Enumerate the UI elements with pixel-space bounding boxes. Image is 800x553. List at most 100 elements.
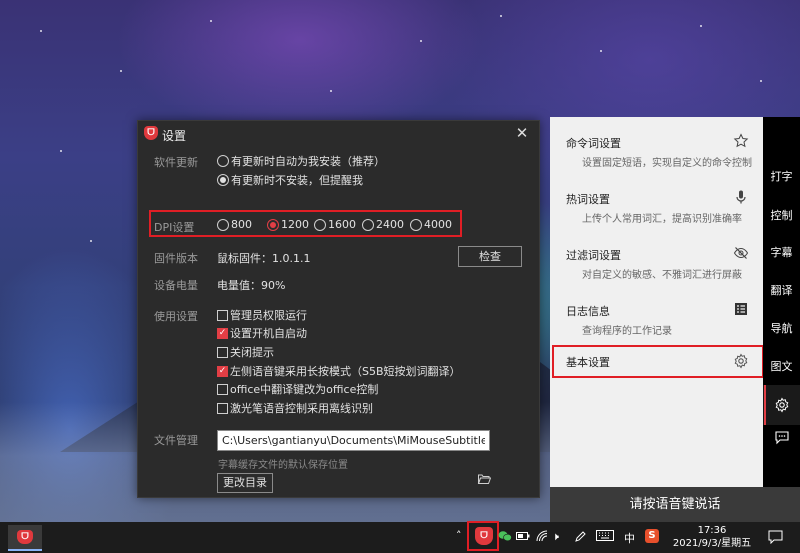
checkbox-label: 管理员权限运行 xyxy=(230,309,307,322)
clock-time: 17:36 xyxy=(697,525,727,536)
rail-control[interactable]: 控制 xyxy=(763,207,800,223)
dpi-option-4000[interactable]: 4000 xyxy=(410,218,452,231)
dpi-option-800[interactable]: 800 xyxy=(217,218,252,231)
radio-circle xyxy=(314,218,326,231)
change-directory-button[interactable]: 更改目录 xyxy=(217,473,273,493)
dialog-title: 设置 xyxy=(162,129,187,143)
sogou-input-icon[interactable]: S xyxy=(645,529,659,543)
rail-image-text[interactable]: 图文 xyxy=(763,358,800,374)
dpi-option-label: 2400 xyxy=(376,218,404,231)
long-press-mode-checkbox[interactable]: ✓ 左侧语音键采用长按模式（S5B短按划词翻译） xyxy=(217,363,461,379)
disable-tips-checkbox[interactable]: 关闭提示 xyxy=(217,344,274,360)
offline-recognition-checkbox[interactable]: 激光笔语音控制采用离线识别 xyxy=(217,400,373,416)
side-panel: 命令词设置 设置固定短语，实现自定义的命令控制 热词设置 上传个人常用词汇，提高… xyxy=(550,117,763,487)
checkbox-box-checked: ✓ xyxy=(217,327,228,339)
dpi-option-label: 800 xyxy=(231,218,252,231)
keyboard-icon[interactable] xyxy=(596,530,614,541)
log-info-item[interactable]: 日志信息 查询程序的工作记录 xyxy=(550,285,763,341)
notification-center-icon[interactable] xyxy=(768,530,783,544)
battery-icon[interactable] xyxy=(516,531,530,541)
wallpaper-star xyxy=(330,90,332,92)
update-auto-radio[interactable]: 有更新时自动为我安装（推荐） xyxy=(217,153,385,169)
eye-off-icon xyxy=(733,247,749,259)
chat-bubble-icon xyxy=(774,431,789,445)
dpi-option-2400[interactable]: 2400 xyxy=(362,218,404,231)
update-auto-label: 有更新时自动为我安装（推荐） xyxy=(231,155,385,168)
checkbox-label: office中翻译键改为office控制 xyxy=(230,383,379,396)
checkbox-label: 激光笔语音控制采用离线识别 xyxy=(230,402,373,415)
wallpaper-star xyxy=(760,80,762,82)
autostart-checkbox[interactable]: ✓ 设置开机自启动 xyxy=(217,325,307,341)
firmware-value: 鼠标固件：1.0.1.1 xyxy=(217,252,311,265)
dpi-option-label: 4000 xyxy=(424,218,452,231)
dialog-title-bar[interactable]: ᗜ 设置 ✕ xyxy=(138,121,539,147)
ime-language-indicator[interactable]: 中 xyxy=(624,530,635,546)
settings-dialog: ᗜ 设置 ✕ 软件更新 有更新时自动为我安装（推荐） 有更新时不安装，但提醒我 … xyxy=(137,120,540,498)
rail-navigation[interactable]: 导航 xyxy=(763,320,800,336)
function-rail: 打字 控制 字幕 翻译 导航 图文 xyxy=(763,117,800,487)
item-title: 日志信息 xyxy=(566,305,610,318)
admin-run-checkbox[interactable]: 管理员权限运行 xyxy=(217,307,307,323)
dpi-option-label: 1600 xyxy=(328,218,356,231)
radio-circle xyxy=(217,155,229,167)
battery-value: 电量值：90% xyxy=(217,279,286,292)
checkbox-box xyxy=(217,383,228,395)
tray-overflow-chevron-icon[interactable]: ˄ xyxy=(456,529,462,542)
dpi-option-1600[interactable]: 1600 xyxy=(314,218,356,231)
dpi-label: DPI设置 xyxy=(154,221,195,234)
rail-active-indicator xyxy=(764,385,766,425)
wallpaper-star xyxy=(500,15,502,17)
radio-circle-selected xyxy=(217,174,229,186)
dpi-option-1200[interactable]: 1200 xyxy=(267,218,309,231)
microphone-icon xyxy=(736,190,746,204)
command-words-item[interactable]: 命令词设置 设置固定短语，实现自定义的命令控制 xyxy=(550,117,763,173)
rail-typing[interactable]: 打字 xyxy=(763,168,800,184)
path-hint: 字幕缓存文件的默认保存位置 xyxy=(218,460,348,471)
wallpaper-star xyxy=(90,240,92,242)
checkbox-label: 左侧语音键采用长按模式（S5B短按划词翻译） xyxy=(230,365,461,378)
volume-muted-icon[interactable]: 🕨 xyxy=(552,530,559,544)
item-subtitle: 上传个人常用词汇，提高识别准确率 xyxy=(582,214,742,225)
update-remind-radio[interactable]: 有更新时不安装，但提醒我 xyxy=(217,172,363,188)
item-title: 过滤词设置 xyxy=(566,249,621,262)
checkbox-label: 关闭提示 xyxy=(230,346,274,359)
check-firmware-button[interactable]: 检查 xyxy=(458,246,522,267)
checkbox-box-checked: ✓ xyxy=(217,365,228,377)
wifi-icon[interactable] xyxy=(536,530,548,542)
app-logo-icon: ᗜ xyxy=(144,126,158,140)
wallpaper-star xyxy=(600,50,602,52)
wechat-icon[interactable] xyxy=(498,530,512,542)
gear-icon xyxy=(775,397,788,413)
close-button[interactable]: ✕ xyxy=(513,124,531,142)
system-clock[interactable]: 17:36 2021/9/3/星期五 xyxy=(672,524,752,550)
wallpaper-star xyxy=(40,30,42,32)
subtitle-path-input[interactable] xyxy=(217,430,490,451)
radio-circle-selected xyxy=(267,218,279,231)
log-list-icon xyxy=(735,303,747,315)
taskbar-app-button[interactable]: ᗜ xyxy=(8,525,42,551)
battery-label: 设备电量 xyxy=(154,279,198,292)
checkbox-box xyxy=(217,346,228,358)
rail-settings[interactable] xyxy=(763,385,800,425)
office-control-checkbox[interactable]: office中翻译键改为office控制 xyxy=(217,381,378,397)
folder-open-icon[interactable] xyxy=(477,473,491,485)
rail-translate[interactable]: 翻译 xyxy=(763,282,800,298)
rail-subtitle[interactable]: 字幕 xyxy=(763,244,800,260)
wallpaper-star xyxy=(420,40,422,42)
tray-mouse-app-icon[interactable]: ᗜ xyxy=(475,527,493,545)
gear-icon xyxy=(734,353,748,369)
basic-settings-item[interactable]: 基本设置 xyxy=(550,343,763,379)
filter-words-item[interactable]: 过滤词设置 对自定义的敏感、不雅词汇进行屏蔽 xyxy=(550,229,763,285)
app-logo-icon: ᗜ xyxy=(17,530,33,544)
clock-date: 2021/9/3/星期五 xyxy=(672,538,752,549)
item-subtitle: 对自定义的敏感、不雅词汇进行屏蔽 xyxy=(582,270,742,281)
star-icon xyxy=(733,133,749,148)
wallpaper-star xyxy=(60,150,62,152)
pen-icon[interactable] xyxy=(574,529,586,543)
item-title: 热词设置 xyxy=(566,193,610,206)
hot-words-item[interactable]: 热词设置 上传个人常用词汇，提高识别准确率 xyxy=(550,173,763,229)
radio-circle xyxy=(362,218,374,231)
radio-circle xyxy=(410,218,422,231)
checkbox-box xyxy=(217,309,228,321)
rail-chat[interactable] xyxy=(763,429,800,449)
